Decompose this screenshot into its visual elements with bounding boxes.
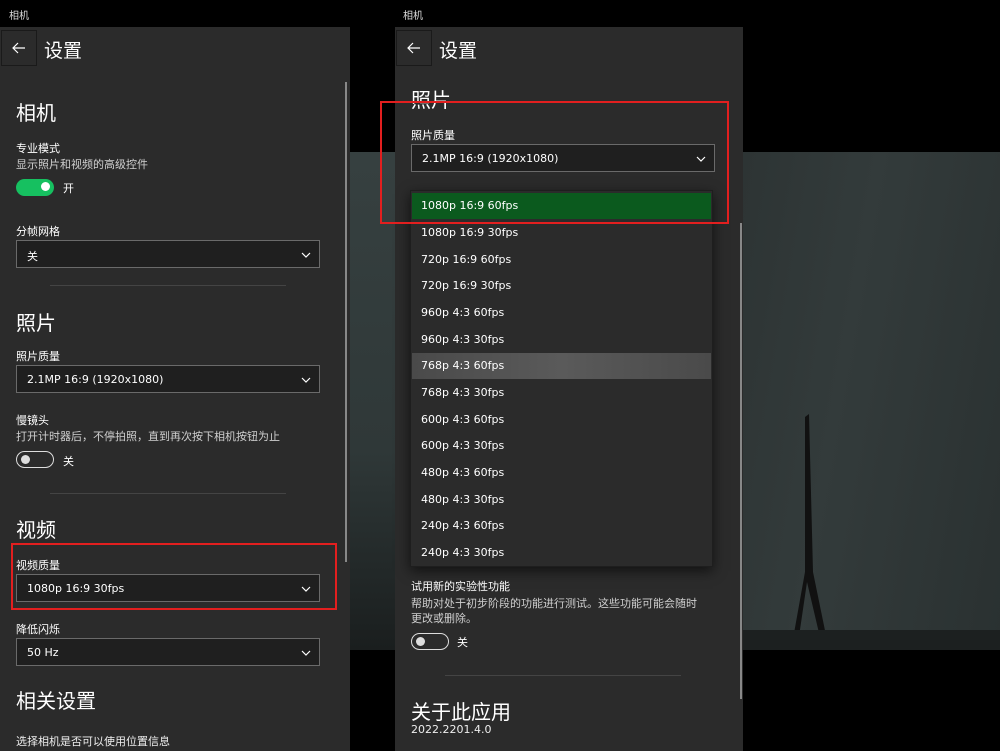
chevron-down-icon [301, 377, 311, 383]
chevron-down-icon [301, 252, 311, 258]
framing-grid-label: 分帧网格 [16, 225, 60, 238]
experimental-state: 关 [457, 636, 468, 649]
divider [50, 493, 286, 494]
related-section-title: 相关设置 [16, 689, 96, 713]
pro-mode-desc: 显示照片和视频的高级控件 [16, 158, 148, 171]
video-quality-option[interactable]: 768p 4:3 60fps [412, 353, 711, 379]
chevron-down-icon [301, 650, 311, 656]
back-arrow-icon [12, 42, 25, 54]
scrollbar[interactable] [740, 223, 742, 699]
photo-section-title: 照片 [16, 311, 56, 335]
video-quality-option[interactable]: 240p 4:3 30fps [412, 540, 711, 566]
app-title: 相机 [9, 11, 29, 22]
tripod-silhouette-icon [791, 414, 829, 650]
video-quality-options-popup: 1080p 16:9 60fps 1080p 16:9 30fps 720p 1… [410, 190, 713, 567]
highlight-box [11, 543, 337, 610]
divider [50, 285, 286, 286]
timelapse-state: 关 [63, 455, 74, 468]
app-version: 2022.2201.4.0 [411, 723, 492, 736]
video-quality-option[interactable]: 480p 4:3 30fps [412, 487, 711, 513]
divider [445, 675, 681, 676]
experimental-label: 试用新的实验性功能 [411, 580, 510, 593]
flicker-label: 降低闪烁 [16, 623, 60, 636]
video-quality-option[interactable]: 600p 4:3 60fps [412, 407, 711, 433]
video-quality-option[interactable]: 720p 16:9 60fps [412, 247, 711, 273]
camera-preview [743, 152, 1000, 650]
app-title: 相机 [403, 11, 423, 22]
video-quality-option[interactable]: 480p 4:3 60fps [412, 460, 711, 486]
experimental-desc-line2: 更改或删除。 [411, 612, 477, 625]
highlight-box [380, 101, 729, 224]
photo-quality-value: 2.1MP 16:9 (1920x1080) [27, 373, 164, 386]
video-quality-option[interactable]: 768p 4:3 30fps [412, 380, 711, 406]
page-title: 设置 [439, 40, 478, 62]
timelapse-toggle[interactable] [16, 451, 54, 468]
pro-mode-state: 开 [63, 182, 74, 195]
flicker-value: 50 Hz [27, 646, 59, 659]
photo-quality-label: 照片质量 [16, 350, 60, 363]
experimental-desc-line1: 帮助对处于初步阶段的功能进行测试。这些功能可能会随时 [411, 597, 697, 610]
video-quality-option[interactable]: 960p 4:3 60fps [412, 300, 711, 326]
scrollbar[interactable] [345, 82, 347, 562]
video-quality-option[interactable]: 240p 4:3 60fps [412, 513, 711, 539]
pro-mode-toggle[interactable] [16, 179, 54, 196]
camera-preview-strip [350, 152, 395, 650]
page-title: 设置 [44, 40, 83, 62]
video-quality-option[interactable]: 600p 4:3 30fps [412, 433, 711, 459]
video-quality-option[interactable]: 960p 4:3 30fps [412, 327, 711, 353]
experimental-toggle[interactable] [411, 633, 449, 650]
back-button[interactable] [1, 30, 37, 66]
back-button[interactable] [396, 30, 432, 66]
timelapse-label: 慢镜头 [16, 414, 49, 427]
photo-quality-dropdown[interactable]: 2.1MP 16:9 (1920x1080) [16, 365, 320, 393]
pro-mode-label: 专业模式 [16, 142, 60, 155]
flicker-dropdown[interactable]: 50 Hz [16, 638, 320, 666]
location-link[interactable]: 选择相机是否可以使用位置信息 [16, 733, 170, 749]
framing-grid-value: 关 [27, 250, 38, 263]
settings-panel-left: 设置 相机 专业模式 显示照片和视频的高级控件 开 分帧网格 关 照片 照片质量… [0, 27, 350, 751]
back-arrow-icon [407, 42, 420, 54]
timelapse-desc: 打开计时器后，不停拍照，直到再次按下相机按钮为止 [16, 430, 280, 443]
camera-section-title: 相机 [16, 101, 56, 125]
about-section-title: 关于此应用 [411, 700, 511, 724]
video-quality-option[interactable]: 720p 16:9 30fps [412, 273, 711, 299]
video-section-title: 视频 [16, 518, 56, 542]
framing-grid-dropdown[interactable]: 关 [16, 240, 320, 268]
